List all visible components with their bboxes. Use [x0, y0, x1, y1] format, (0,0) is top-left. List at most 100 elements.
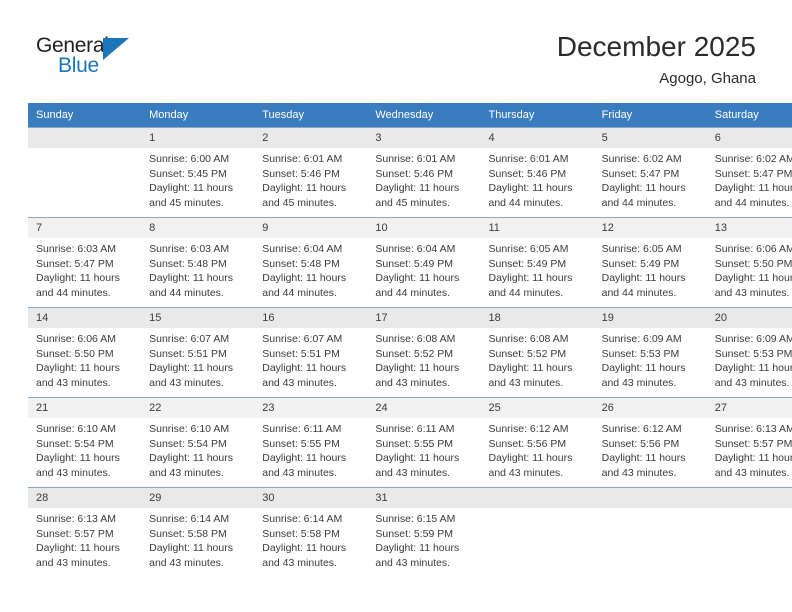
- day-detail-line: and 43 minutes.: [601, 466, 677, 479]
- day-detail-line: Sunset: 5:48 PM: [149, 257, 227, 270]
- day-detail-line: Daylight: 11 hours: [149, 272, 233, 284]
- calendar-day-cell[interactable]: 15 Sunrise: 6:07 AM Sunset: 5:51 PM Dayligh…: [141, 307, 255, 398]
- calendar-day-cell[interactable]: 29 Sunrise: 6:14 AM Sunset: 5:58 PM Dayligh…: [141, 487, 255, 577]
- day-number: 8: [141, 218, 255, 238]
- calendar-day-cell[interactable]: 12 Sunrise: 6:05 AM Sunset: 5:49 PM Dayligh…: [593, 217, 707, 308]
- day-detail-line: and 43 minutes.: [262, 376, 337, 389]
- day-detail-line: Sunrise: 6:04 AM: [375, 243, 456, 255]
- day-number: 5: [593, 128, 707, 148]
- day-detail-line: Daylight: 11 hours: [488, 362, 573, 374]
- calendar-day-cell[interactable]: 14 Sunrise: 6:06 AM Sunset: 5:50 PM Dayligh…: [28, 307, 142, 398]
- day-detail-line: and 44 minutes.: [488, 196, 564, 209]
- day-details: Sunrise: 6:12 AM Sunset: 5:56 PM Daylight:…: [594, 418, 707, 480]
- day-detail-line: and 43 minutes.: [375, 556, 451, 569]
- day-detail-line: Sunset: 5:49 PM: [488, 257, 567, 270]
- calendar-day-cell[interactable]: 3 Sunrise: 6:01 AM Sunset: 5:46 PM Daylight…: [367, 127, 481, 218]
- calendar-day-cell[interactable]: 5 Sunrise: 6:02 AM Sunset: 5:47 PM Daylight…: [593, 127, 707, 218]
- day-detail-line: Sunset: 5:46 PM: [262, 167, 340, 180]
- weekday-header-tuesday: Tuesday: [254, 103, 368, 128]
- day-detail-line: and 43 minutes.: [36, 376, 111, 389]
- day-details: Sunrise: 6:01 AM Sunset: 5:46 PM Daylight:…: [367, 148, 480, 210]
- day-detail-line: and 43 minutes.: [488, 466, 564, 479]
- day-detail-line: Daylight: 11 hours: [375, 452, 460, 464]
- calendar-day-cell[interactable]: 7 Sunrise: 6:03 AM Sunset: 5:47 PM Daylight…: [28, 217, 142, 308]
- calendar-day-cell[interactable]: 1 Sunrise: 6:00 AM Sunset: 5:45 PM Daylight…: [141, 127, 255, 218]
- day-detail-line: Daylight: 11 hours: [714, 272, 792, 284]
- calendar-grid: Sunday Monday Tuesday Wednesday Thursday Frid…: [28, 103, 792, 577]
- calendar-day-cell[interactable]: 27 Sunrise: 6:13 AM Sunset: 5:57 PM Dayligh…: [706, 397, 792, 488]
- calendar-week-row: 14 Sunrise: 6:06 AM Sunset: 5:50 PM Dayligh…: [28, 307, 792, 398]
- day-detail-line: Sunset: 5:58 PM: [149, 527, 227, 540]
- day-detail-line: and 45 minutes.: [149, 196, 224, 209]
- day-detail-line: Daylight: 11 hours: [149, 452, 233, 464]
- day-detail-line: Sunrise: 6:08 AM: [375, 333, 456, 345]
- day-number: 3: [367, 128, 481, 148]
- calendar-day-cell[interactable]: 17 Sunrise: 6:08 AM Sunset: 5:52 PM Dayligh…: [367, 307, 481, 398]
- day-details: Sunrise: 6:02 AM Sunset: 5:47 PM Daylight:…: [707, 148, 792, 210]
- calendar-day-cell[interactable]: 21 Sunrise: 6:10 AM Sunset: 5:54 PM Dayligh…: [28, 397, 142, 488]
- day-detail-line: and 44 minutes.: [601, 286, 677, 299]
- calendar-day-cell[interactable]: 13 Sunrise: 6:06 AM Sunset: 5:50 PM Dayligh…: [706, 217, 792, 308]
- day-detail-line: Daylight: 11 hours: [488, 272, 573, 284]
- day-details: Sunrise: 6:05 AM Sunset: 5:49 PM Daylight:…: [481, 238, 594, 300]
- day-detail-line: Sunrise: 6:12 AM: [601, 423, 682, 435]
- day-detail-line: Sunset: 5:49 PM: [375, 257, 454, 270]
- day-number: 10: [367, 218, 481, 238]
- day-details: [481, 508, 594, 512]
- calendar-table-head: Sunday Monday Tuesday Wednesday Thursday Frid…: [28, 103, 792, 128]
- day-detail-line: Sunset: 5:57 PM: [714, 437, 792, 450]
- calendar-table: Sunday Monday Tuesday Wednesday Thursday Frid…: [28, 103, 792, 577]
- calendar-day-cell[interactable]: 28 Sunrise: 6:13 AM Sunset: 5:57 PM Dayligh…: [28, 487, 142, 577]
- day-detail-line: Daylight: 11 hours: [262, 452, 347, 464]
- day-detail-line: and 44 minutes.: [375, 286, 451, 299]
- day-number: 6: [706, 128, 792, 148]
- calendar-day-cell[interactable]: 2 Sunrise: 6:01 AM Sunset: 5:46 PM Daylight…: [254, 127, 368, 218]
- day-detail-line: Daylight: 11 hours: [488, 182, 573, 194]
- general-blue-logo[interactable]: General Blue: [36, 34, 166, 84]
- triangle-icon: [103, 38, 129, 60]
- calendar-day-cell[interactable]: 19 Sunrise: 6:09 AM Sunset: 5:53 PM Dayligh…: [593, 307, 707, 398]
- calendar-day-cell[interactable]: 16 Sunrise: 6:07 AM Sunset: 5:51 PM Dayligh…: [254, 307, 368, 398]
- calendar-day-cell[interactable]: 6 Sunrise: 6:02 AM Sunset: 5:47 PM Daylight…: [706, 127, 792, 218]
- day-detail-line: Sunrise: 6:10 AM: [36, 423, 116, 435]
- day-detail-line: Sunset: 5:53 PM: [601, 347, 680, 360]
- day-number: 19: [593, 308, 707, 328]
- calendar-day-cell[interactable]: 26 Sunrise: 6:12 AM Sunset: 5:56 PM Dayligh…: [593, 397, 707, 488]
- calendar-day-cell[interactable]: 30 Sunrise: 6:14 AM Sunset: 5:58 PM Dayligh…: [254, 487, 368, 577]
- day-detail-line: Sunset: 5:54 PM: [149, 437, 227, 450]
- day-number: [480, 488, 594, 508]
- calendar-week-row: 28 Sunrise: 6:13 AM Sunset: 5:57 PM Dayligh…: [28, 487, 792, 577]
- day-detail-line: and 43 minutes.: [262, 466, 337, 479]
- day-details: Sunrise: 6:11 AM Sunset: 5:55 PM Daylight:…: [367, 418, 480, 480]
- calendar-day-cell[interactable]: 22 Sunrise: 6:10 AM Sunset: 5:54 PM Dayligh…: [141, 397, 255, 488]
- day-detail-line: Daylight: 11 hours: [36, 362, 120, 374]
- day-number: 13: [706, 218, 792, 238]
- day-detail-line: Sunset: 5:51 PM: [262, 347, 340, 360]
- day-detail-line: Sunset: 5:57 PM: [36, 527, 114, 540]
- calendar-day-cell[interactable]: 10 Sunrise: 6:04 AM Sunset: 5:49 PM Dayligh…: [367, 217, 481, 308]
- day-detail-line: and 44 minutes.: [714, 196, 790, 209]
- calendar-day-cell[interactable]: 25 Sunrise: 6:12 AM Sunset: 5:56 PM Dayligh…: [480, 397, 594, 488]
- weekday-header-monday: Monday: [141, 103, 255, 128]
- calendar-day-cell[interactable]: 24 Sunrise: 6:11 AM Sunset: 5:55 PM Dayligh…: [367, 397, 481, 488]
- calendar-day-cell[interactable]: 20 Sunrise: 6:09 AM Sunset: 5:53 PM Dayligh…: [706, 307, 792, 398]
- day-details: Sunrise: 6:09 AM Sunset: 5:53 PM Daylight:…: [594, 328, 707, 390]
- day-detail-line: and 43 minutes.: [714, 286, 790, 299]
- calendar-day-cell[interactable]: 18 Sunrise: 6:08 AM Sunset: 5:52 PM Dayligh…: [480, 307, 594, 398]
- calendar-day-cell[interactable]: 11 Sunrise: 6:05 AM Sunset: 5:49 PM Dayligh…: [480, 217, 594, 308]
- day-number: 31: [367, 488, 481, 508]
- day-detail-line: Daylight: 11 hours: [375, 362, 460, 374]
- day-detail-line: Sunset: 5:47 PM: [601, 167, 680, 180]
- day-details: Sunrise: 6:14 AM Sunset: 5:58 PM Daylight:…: [254, 508, 367, 570]
- calendar-day-cell[interactable]: 9 Sunrise: 6:04 AM Sunset: 5:48 PM Daylight…: [254, 217, 368, 308]
- day-detail-line: and 43 minutes.: [714, 466, 790, 479]
- day-details: Sunrise: 6:08 AM Sunset: 5:52 PM Daylight:…: [367, 328, 480, 390]
- calendar-day-cell[interactable]: 4 Sunrise: 6:01 AM Sunset: 5:46 PM Daylight…: [480, 127, 594, 218]
- calendar-day-cell[interactable]: 23 Sunrise: 6:11 AM Sunset: 5:55 PM Dayligh…: [254, 397, 368, 488]
- day-detail-line: Sunrise: 6:13 AM: [36, 513, 116, 525]
- day-details: [707, 508, 792, 512]
- calendar-day-cell[interactable]: 8 Sunrise: 6:03 AM Sunset: 5:48 PM Daylight…: [141, 217, 255, 308]
- day-detail-line: Daylight: 11 hours: [149, 182, 233, 194]
- calendar-day-cell[interactable]: 31 Sunrise: 6:15 AM Sunset: 5:59 PM Dayligh…: [367, 487, 481, 577]
- day-detail-line: Sunrise: 6:10 AM: [149, 423, 230, 435]
